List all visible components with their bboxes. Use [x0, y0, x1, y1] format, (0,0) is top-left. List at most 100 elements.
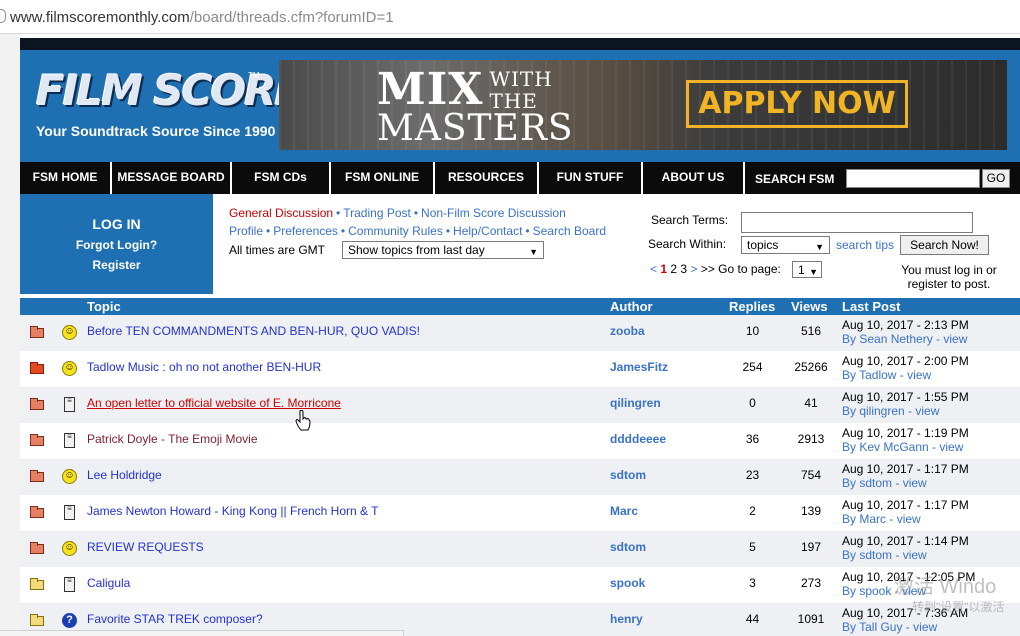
last-post-date: Aug 10, 2017 - 1:14 PM — [842, 534, 969, 548]
next-page-link[interactable]: > — [690, 262, 697, 276]
view-count: 273 — [800, 576, 822, 590]
topic-link[interactable]: James Newton Howard - King Kong || Frenc… — [87, 495, 378, 527]
go-button[interactable]: GO — [982, 169, 1010, 188]
topics-table-header: Topic Author Replies Views Last Post — [20, 298, 1020, 315]
last-post-by: By sdtom - view — [842, 476, 927, 490]
last-post-by: By sdtom - view — [842, 548, 927, 562]
author-link[interactable]: henry — [610, 603, 643, 635]
last-post-by: By Sean Nethery - view — [842, 332, 967, 346]
table-row: ☺ Before TEN COMMANDMENTS AND BEN-HUR, QU… — [20, 315, 1020, 351]
page-link-3[interactable]: 3 — [680, 262, 687, 276]
last-post-author[interactable]: By sdtom - — [842, 476, 899, 490]
table-row: ≡ James Newton Howard - King Kong || Fren… — [20, 495, 1020, 531]
last-post-view-link[interactable]: view — [907, 368, 931, 382]
nav-about-us[interactable]: ABOUT US — [643, 162, 745, 194]
preferences-link[interactable]: Preferences — [273, 224, 338, 238]
last-post-author[interactable]: By Kev McGann - — [842, 440, 936, 454]
forum-general-discussion[interactable]: General Discussion — [229, 206, 333, 220]
author-link[interactable]: sdtom — [610, 459, 646, 491]
search-fsm-input[interactable] — [846, 169, 980, 188]
forgot-login-link[interactable]: Forgot Login? — [20, 238, 213, 252]
col-author[interactable]: Author — [610, 298, 653, 315]
search-terms-input[interactable] — [741, 212, 973, 233]
table-row: ☺ Lee Holdridge sdtom 23 754 Aug 10, 2017 - 1… — [20, 459, 1020, 495]
nav-fsm-cds[interactable]: FSM CDs — [232, 162, 331, 194]
last-post-view-link[interactable]: view — [903, 548, 927, 562]
address-bar[interactable]: www.filmscoremonthly.com/board/threads.c… — [0, 0, 1020, 34]
community-rules-link[interactable]: Community Rules — [348, 224, 443, 238]
last-post-view-link[interactable]: view — [913, 620, 937, 634]
last-post-view-link[interactable]: view — [943, 332, 967, 346]
document-icon: ≡ — [64, 577, 75, 592]
smiley-icon: ☺ — [62, 325, 77, 340]
nav-fsm-online[interactable]: FSM ONLINE — [331, 162, 435, 194]
last-post-view-link[interactable]: view — [939, 440, 963, 454]
last-page-link[interactable]: >> — [701, 262, 715, 276]
last-post-author[interactable]: By Sean Nethery - — [842, 332, 940, 346]
register-link[interactable]: Register — [20, 258, 213, 272]
reply-count: 36 — [745, 432, 760, 446]
last-post-author[interactable]: By qilingren - — [842, 404, 912, 418]
author-link[interactable]: zooba — [610, 315, 645, 347]
forum-non-film-score[interactable]: Non-Film Score Discussion — [421, 206, 566, 220]
forum-trading-post[interactable]: Trading Post — [343, 206, 411, 220]
ad-masters: MASTERS — [377, 108, 574, 149]
windows-activation-watermark: 激活 Windo — [894, 576, 997, 598]
page-link-2[interactable]: 2 — [670, 262, 677, 276]
search-tips-link[interactable]: search tips — [836, 238, 894, 252]
topic-link[interactable]: REVIEW REQUESTS — [87, 531, 204, 563]
col-last-post[interactable]: Last Post — [842, 298, 901, 315]
last-post-author[interactable]: By Tall Guy - — [842, 620, 910, 634]
search-within-select[interactable]: topics ▼ — [741, 236, 830, 254]
author-link[interactable]: qilingren — [610, 387, 661, 419]
apply-now-button[interactable]: APPLY NOW — [686, 80, 908, 128]
url-text[interactable]: www.filmscoremonthly.com/board/threads.c… — [10, 9, 394, 26]
col-replies[interactable]: Replies — [729, 298, 775, 315]
last-post-view-link[interactable]: view — [903, 476, 927, 490]
folder-icon — [30, 542, 44, 554]
login-link[interactable]: LOG IN — [20, 216, 213, 232]
document-icon: ≡ — [64, 505, 75, 520]
author-link[interactable]: ddddeeee — [610, 423, 666, 455]
table-row: ☺ REVIEW REQUESTS sdtom 5 197 Aug 10, 2017 - … — [20, 531, 1020, 567]
film-score-logo[interactable]: FILM SCORE TM Your Soundtrack Source Sin… — [36, 67, 303, 145]
author-link[interactable]: spook — [610, 567, 645, 599]
folder-icon — [30, 362, 44, 374]
profile-link[interactable]: Profile — [229, 224, 263, 238]
last-post-view-link[interactable]: view — [897, 512, 921, 526]
author-link[interactable]: JamesFitz — [610, 351, 668, 383]
go-to-page-select[interactable]: 1 ▼ — [792, 261, 822, 278]
topic-link[interactable]: Tadlow Music : oh no not another BEN-HUR — [87, 351, 321, 383]
last-post-author[interactable]: By sdtom - — [842, 548, 899, 562]
nav-fun-stuff[interactable]: FUN STUFF — [539, 162, 643, 194]
topic-link[interactable]: Caligula — [87, 567, 130, 599]
nav-resources[interactable]: RESOURCES — [435, 162, 539, 194]
last-post-author[interactable]: By Tadlow - — [842, 368, 904, 382]
nav-fsm-home[interactable]: FSM HOME — [20, 162, 112, 194]
nav-message-board[interactable]: MESSAGE BOARD — [112, 162, 232, 194]
topic-link[interactable]: Lee Holdridge — [87, 459, 162, 491]
mix-with-the-masters-ad[interactable]: MIX WITH THE MASTERS APPLY NOW — [279, 60, 1007, 150]
login-panel: LOG IN Forgot Login? Register — [20, 194, 213, 294]
search-now-button[interactable]: Search Now! — [900, 235, 989, 255]
topic-age-select[interactable]: Show topics from last day ▼ — [342, 241, 544, 259]
search-board-link[interactable]: Search Board — [533, 224, 606, 238]
site-info-icon[interactable] — [0, 9, 6, 23]
col-views[interactable]: Views — [791, 298, 828, 315]
help-contact-link[interactable]: Help/Contact — [453, 224, 522, 238]
reply-count: 254 — [742, 360, 763, 374]
author-link[interactable]: Marc — [610, 495, 638, 527]
search-within-label: Search Within: — [648, 237, 727, 251]
last-post-author[interactable]: By Marc - — [842, 512, 893, 526]
author-link[interactable]: sdtom — [610, 531, 646, 563]
logo-trademark: TM — [248, 71, 260, 80]
url-path: /board/threads.cfm?forumID=1 — [189, 9, 394, 26]
last-post-view-link[interactable]: view — [915, 404, 939, 418]
bullet: • — [445, 224, 451, 238]
col-topic[interactable]: Topic — [87, 298, 121, 315]
prev-page-link[interactable]: < — [650, 262, 657, 276]
forum-links: General Discussion • Trading Post • Non-Film… — [229, 204, 606, 240]
topic-link[interactable]: Before TEN COMMANDMENTS AND BEN-HUR, QUO… — [87, 315, 420, 347]
topic-link[interactable]: Patrick Doyle - The Emoji Movie — [87, 423, 258, 455]
last-post-author[interactable]: By spook - — [842, 584, 899, 598]
